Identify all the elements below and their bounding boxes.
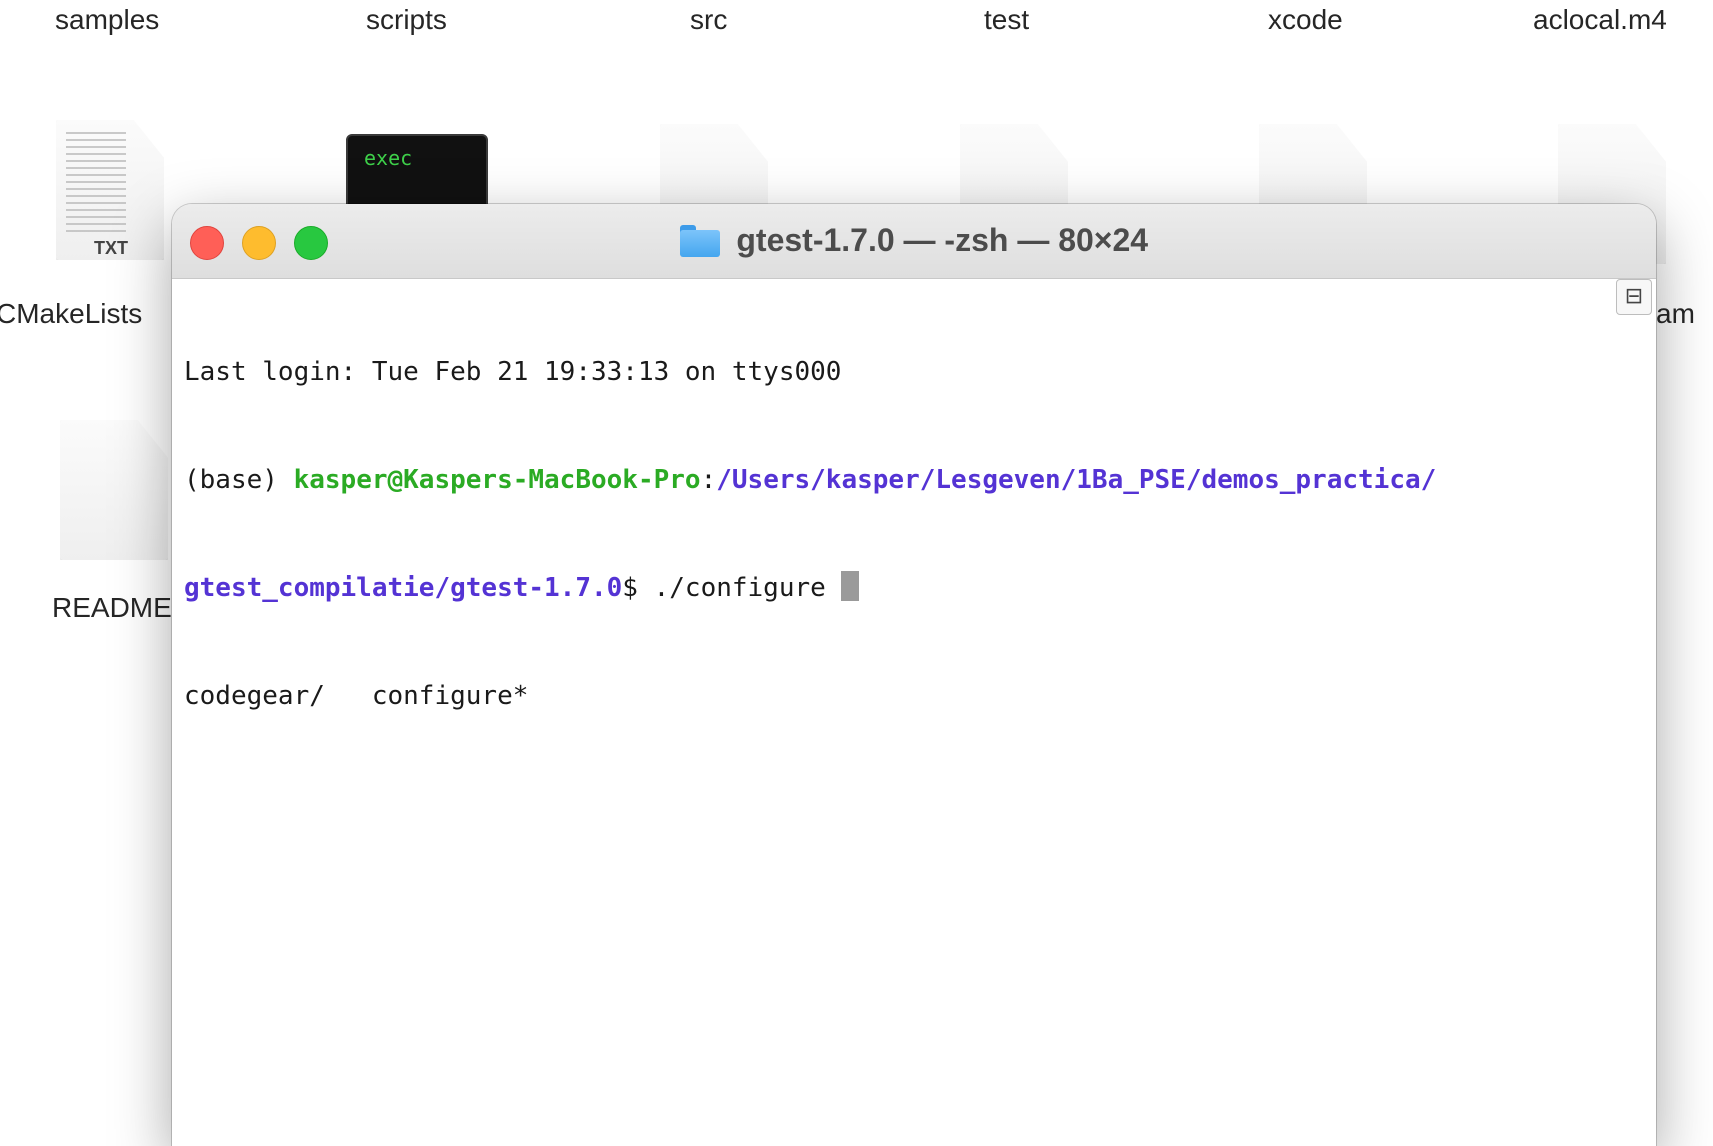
folder-icon bbox=[679, 224, 720, 257]
file-label-partial[interactable]: am bbox=[1656, 298, 1695, 330]
prompt-path-part1: /Users/kasper/Lesgeven/1Ba_PSE/demos_pra… bbox=[716, 465, 1437, 495]
exec-label: exec bbox=[364, 146, 413, 170]
prompt-separator: : bbox=[700, 465, 717, 495]
text-cursor bbox=[841, 571, 860, 601]
window-title: gtest-1.7.0 — -zsh — 80×24 bbox=[172, 222, 1656, 259]
window-title-text: gtest-1.7.0 — -zsh — 80×24 bbox=[736, 222, 1149, 258]
folder-label-scripts[interactable]: scripts bbox=[366, 4, 447, 36]
terminal-output[interactable]: Last login: Tue Feb 21 19:33:13 on ttys0… bbox=[184, 282, 1610, 786]
prompt-path-part2: gtest_compilatie/gtest-1.7.0 bbox=[184, 573, 623, 603]
terminal-window[interactable]: gtest-1.7.0 — -zsh — 80×24 ⊟ Last login:… bbox=[172, 204, 1656, 1146]
readme-file-icon[interactable] bbox=[60, 420, 168, 560]
folder-label-test[interactable]: test bbox=[984, 4, 1029, 36]
cmakelists-file-icon[interactable]: TXT bbox=[56, 120, 164, 260]
split-pane-icon[interactable]: ⊟ bbox=[1616, 279, 1652, 315]
completion-line: codegear/ configure* bbox=[184, 681, 529, 711]
file-label-readme[interactable]: README bbox=[52, 592, 172, 624]
folder-label-xcode[interactable]: xcode bbox=[1268, 4, 1343, 36]
folder-label-src[interactable]: src bbox=[690, 4, 727, 36]
prompt-dollar: $ bbox=[622, 573, 654, 603]
terminal-titlebar[interactable]: gtest-1.7.0 — -zsh — 80×24 bbox=[172, 204, 1656, 279]
typed-command: ./configure bbox=[653, 573, 842, 603]
conda-env: (base) bbox=[184, 465, 294, 495]
prompt-user-host: kasper@Kaspers-MacBook-Pro bbox=[293, 465, 701, 495]
txt-badge: TXT bbox=[94, 238, 128, 258]
last-login-line: Last login: Tue Feb 21 19:33:13 on ttys0… bbox=[184, 357, 842, 387]
prompt-line-1: (base) kasper@Kaspers-MacBook-Pro:/Users… bbox=[184, 462, 1610, 498]
folder-label-samples[interactable]: samples bbox=[55, 4, 159, 36]
prompt-line-2: gtest_compilatie/gtest-1.7.0$ ./configur… bbox=[184, 570, 1610, 606]
text-lines-icon bbox=[66, 132, 126, 232]
file-label-aclocal[interactable]: aclocal.m4 bbox=[1533, 4, 1667, 36]
file-label-cmakelists[interactable]: CMakeLists bbox=[0, 298, 142, 330]
